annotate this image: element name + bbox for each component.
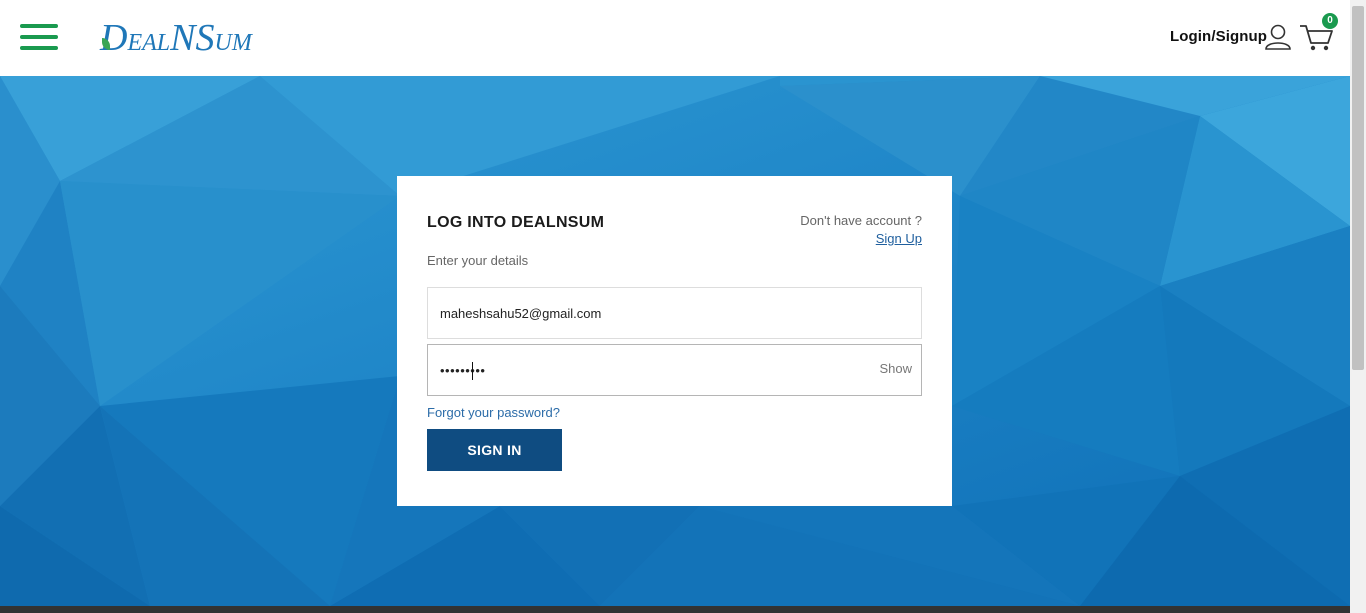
sign-in-button[interactable]: SIGN IN [427, 429, 562, 471]
show-password-toggle[interactable]: Show [879, 361, 912, 376]
dealnsum-logo[interactable]: D EAL N S UM [100, 14, 252, 58]
user-icon[interactable] [1264, 24, 1292, 50]
login-title: LOG INTO DEALNSUM [427, 214, 605, 231]
signup-link[interactable]: Sign Up [876, 231, 922, 246]
login-subtitle: Enter your details [427, 253, 529, 268]
footer-strip [0, 606, 1350, 613]
text-caret [472, 362, 473, 380]
no-account-text: Don't have account ? [800, 213, 922, 228]
cart-count-badge: 0 [1322, 13, 1338, 29]
scrollbar-thumb[interactable] [1352, 6, 1364, 370]
hamburger-menu-icon[interactable] [20, 24, 58, 50]
login-card: LOG INTO DEALNSUM Don't have account ? S… [397, 176, 952, 506]
password-field[interactable] [427, 344, 922, 396]
site-header: D EAL N S UM Login/Signup 0 [0, 0, 1350, 76]
login-signup-link[interactable]: Login/Signup [1170, 28, 1267, 45]
email-field[interactable] [427, 287, 922, 339]
forgot-password-link[interactable]: Forgot your password? [427, 405, 560, 420]
